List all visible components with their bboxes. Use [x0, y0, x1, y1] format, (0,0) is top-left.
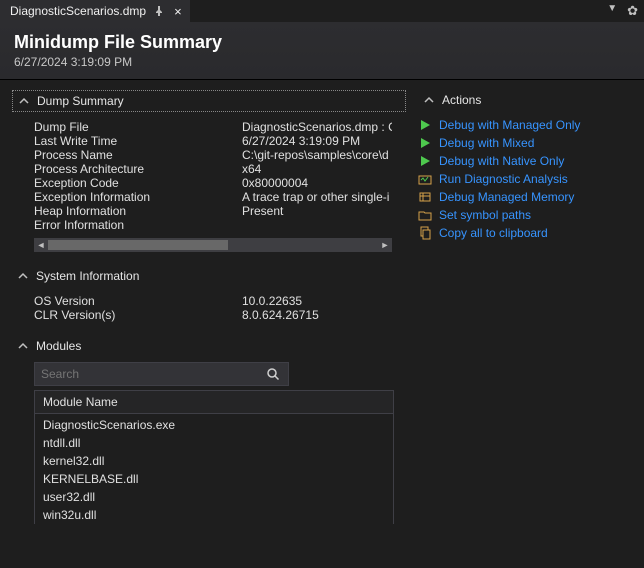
summary-row: Last Write Time6/27/2024 3:19:09 PM — [34, 134, 392, 148]
summary-key: Error Information — [34, 218, 242, 232]
memory-icon — [418, 190, 432, 204]
summary-key: Heap Information — [34, 204, 242, 218]
summary-row: OS Version10.0.22635 — [34, 294, 392, 308]
play-green-icon — [418, 154, 432, 168]
actions-header[interactable]: Actions — [418, 90, 636, 110]
tool-window-options-icon[interactable]: ✿ — [627, 3, 638, 19]
section-label: Dump Summary — [37, 94, 124, 108]
action-link[interactable]: Copy all to clipboard — [418, 224, 636, 242]
summary-value: DiagnosticScenarios.dmp : C — [242, 120, 392, 134]
chevron-up-icon — [18, 341, 28, 351]
summary-key: OS Version — [34, 294, 242, 308]
page-timestamp: 6/27/2024 3:19:09 PM — [14, 55, 630, 69]
summary-key: Process Name — [34, 148, 242, 162]
action-link[interactable]: Debug with Mixed — [418, 134, 636, 152]
action-link[interactable]: Set symbol paths — [418, 206, 636, 224]
table-column-header[interactable]: Module Name — [35, 391, 393, 414]
action-label: Debug Managed Memory — [439, 190, 574, 204]
summary-value: C:\git-repos\samples\core\d — [242, 148, 392, 162]
section-label: Modules — [36, 339, 81, 353]
module-search[interactable] — [34, 362, 289, 386]
table-row[interactable]: ntdll.dll — [35, 434, 393, 452]
action-label: Copy all to clipboard — [439, 226, 548, 240]
tab-title: DiagnosticScenarios.dmp — [10, 4, 146, 18]
dump-summary-header[interactable]: Dump Summary — [12, 90, 406, 112]
summary-key: Last Write Time — [34, 134, 242, 148]
system-info-grid: OS Version10.0.22635CLR Version(s)8.0.62… — [34, 294, 392, 322]
summary-value: 8.0.624.26715 — [242, 308, 392, 322]
summary-key: Dump File — [34, 120, 242, 134]
chevron-up-icon — [18, 271, 28, 281]
tab-overflow-icon[interactable]: ▼ — [607, 3, 617, 19]
action-label: Debug with Managed Only — [439, 118, 580, 132]
dump-summary-grid: Dump FileDiagnosticScenarios.dmp : CLast… — [34, 120, 392, 232]
table-row[interactable]: DiagnosticScenarios.exe — [35, 416, 393, 434]
folder-icon — [418, 208, 432, 222]
summary-row: Exception InformationA trace trap or oth… — [34, 190, 392, 204]
summary-value: 0x80000004 — [242, 176, 392, 190]
summary-row: Dump FileDiagnosticScenarios.dmp : C — [34, 120, 392, 134]
system-info-header[interactable]: System Information — [12, 266, 406, 286]
play-green-icon — [418, 118, 432, 132]
table-row[interactable]: KERNELBASE.dll — [35, 470, 393, 488]
summary-value — [242, 218, 392, 232]
diag-icon — [418, 172, 432, 186]
table-row[interactable]: win32u.dll — [35, 506, 393, 524]
modules-header[interactable]: Modules — [12, 336, 406, 356]
title-area: Minidump File Summary 6/27/2024 3:19:09 … — [0, 22, 644, 80]
summary-row: Error Information — [34, 218, 392, 232]
search-icon[interactable] — [266, 367, 288, 381]
search-input[interactable] — [35, 367, 266, 381]
pin-icon[interactable] — [154, 6, 164, 16]
summary-value: x64 — [242, 162, 392, 176]
play-green-icon — [418, 136, 432, 150]
horizontal-scrollbar[interactable]: ◄ ► — [34, 238, 392, 252]
section-label: System Information — [36, 269, 139, 283]
summary-row: Process Architecturex64 — [34, 162, 392, 176]
action-label: Set symbol paths — [439, 208, 531, 222]
scroll-left-icon[interactable]: ◄ — [34, 238, 48, 252]
summary-key: Process Architecture — [34, 162, 242, 176]
table-row[interactable]: user32.dll — [35, 488, 393, 506]
action-label: Run Diagnostic Analysis — [439, 172, 568, 186]
summary-row: Process NameC:\git-repos\samples\core\d — [34, 148, 392, 162]
table-row[interactable]: kernel32.dll — [35, 452, 393, 470]
summary-key: Exception Information — [34, 190, 242, 204]
chevron-up-icon — [19, 96, 29, 106]
summary-value: A trace trap or other single-i — [242, 190, 392, 204]
modules-table: Module Name DiagnosticScenarios.exentdll… — [34, 390, 394, 524]
section-label: Actions — [442, 93, 481, 107]
summary-value: 6/27/2024 3:19:09 PM — [242, 134, 392, 148]
scroll-right-icon[interactable]: ► — [378, 238, 392, 252]
action-label: Debug with Mixed — [439, 136, 534, 150]
action-link[interactable]: Debug Managed Memory — [418, 188, 636, 206]
summary-row: Exception Code0x80000004 — [34, 176, 392, 190]
copy-icon — [418, 226, 432, 240]
action-link[interactable]: Run Diagnostic Analysis — [418, 170, 636, 188]
summary-row: Heap InformationPresent — [34, 204, 392, 218]
action-link[interactable]: Debug with Native Only — [418, 152, 636, 170]
summary-row: CLR Version(s)8.0.624.26715 — [34, 308, 392, 322]
close-icon[interactable]: × — [172, 5, 184, 18]
document-tab[interactable]: DiagnosticScenarios.dmp × — [0, 0, 190, 22]
summary-value: Present — [242, 204, 392, 218]
summary-key: CLR Version(s) — [34, 308, 242, 322]
page-title: Minidump File Summary — [14, 32, 630, 53]
scroll-thumb[interactable] — [48, 240, 228, 250]
summary-value: 10.0.22635 — [242, 294, 392, 308]
action-label: Debug with Native Only — [439, 154, 564, 168]
summary-key: Exception Code — [34, 176, 242, 190]
chevron-up-icon — [424, 95, 434, 105]
tab-strip: DiagnosticScenarios.dmp × ▼ ✿ — [0, 0, 644, 22]
action-link[interactable]: Debug with Managed Only — [418, 116, 636, 134]
